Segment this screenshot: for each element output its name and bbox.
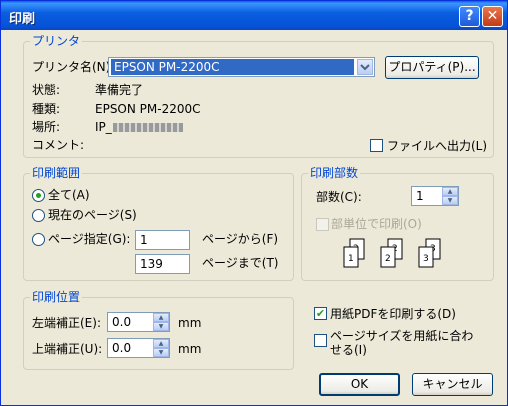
printer-name-label: プリンタ名(N): [32,60,115,74]
spinner-up-icon[interactable]: ▲ [153,339,169,348]
top-offset-label: 上端補正(U): [32,342,103,356]
svg-text:2: 2 [385,254,391,264]
spinner-up-icon[interactable]: ▲ [442,187,458,196]
top-offset-spinner[interactable]: ▲ ▼ [153,339,169,357]
pdf-paper-label[interactable]: 用紙PDFを印刷する(D) [330,307,456,321]
fit-to-paper-checkbox[interactable] [314,334,327,347]
window-title: 印刷 [9,12,36,27]
range-all-radio[interactable] [32,189,45,202]
page-from-input[interactable]: 1 [135,230,190,250]
fit-to-paper-label-line1[interactable]: ページサイズを用紙に合わ [330,329,473,343]
svg-text:1: 1 [348,254,354,264]
collate-checkbox [316,218,329,231]
collate-label: 部単位で印刷(O) [331,217,422,231]
svg-text:3: 3 [423,254,429,264]
range-pages-radio[interactable] [32,233,45,246]
title-bar[interactable]: 印刷 ? ✕ [1,1,507,30]
left-offset-spinner[interactable]: ▲ ▼ [153,313,169,331]
spinner-up-icon[interactable]: ▲ [153,313,169,322]
chevron-down-icon[interactable] [357,59,373,75]
print-position-group: 印刷位置 [23,290,294,370]
redacted-address [112,123,183,132]
spinner-down-icon[interactable]: ▼ [153,322,169,331]
collate-pages-icon: 2 1 2 2 3 3 [343,238,441,268]
page-to-suffix: ページまで(T) [202,256,279,270]
printer-name-select[interactable]: EPSON PM-2200C [108,57,375,77]
spinner-down-icon[interactable]: ▼ [153,348,169,357]
status-value: 準備完了 [95,83,144,97]
printer-group-label: プリンタ [30,34,83,48]
type-value: EPSON PM-2200C [95,102,201,116]
top-offset-unit: mm [178,342,202,356]
range-all-label[interactable]: 全て(A) [48,188,90,202]
range-current-radio[interactable] [32,209,45,222]
status-label: 状態: [32,83,61,97]
location-value: IP_ [95,120,183,134]
print-dialog: 印刷 ? ✕ プリンタ プリンタ名(N): EPSON PM-2200C プロパ… [0,0,508,406]
location-label: 場所: [32,120,61,134]
fit-to-paper-label-line2[interactable]: せる(I) [330,343,367,357]
spinner-down-icon[interactable]: ▼ [442,196,458,205]
close-button[interactable]: ✕ [482,6,503,27]
copies-group-label: 印刷部数 [308,166,361,180]
print-range-group-label: 印刷範囲 [30,166,83,180]
location-prefix: IP_ [95,120,112,134]
pdf-paper-checkbox[interactable]: ✔ [314,307,327,320]
help-button[interactable]: ? [459,6,480,27]
copies-spinner[interactable]: ▲ ▼ [442,187,458,205]
comment-label: コメント: [32,138,85,152]
page-from-suffix: ページから(F) [202,232,279,246]
left-offset-label: 左端補正(E): [32,316,101,330]
copies-count-label: 部数(C): [316,190,362,204]
type-label: 種類: [32,102,61,116]
print-position-group-label: 印刷位置 [30,290,83,304]
printer-name-selected: EPSON PM-2200C [111,59,354,75]
page-to-input[interactable]: 139 [135,254,190,274]
range-pages-label[interactable]: ページ指定(G): [48,232,130,246]
properties-button[interactable]: プロパティ(P)... [385,56,479,79]
ok-button[interactable]: OK [319,373,400,396]
cancel-button[interactable]: キャンセル [412,373,493,396]
print-to-file-label[interactable]: ファイルへ出力(L) [387,139,487,153]
left-offset-unit: mm [178,316,202,330]
range-current-label[interactable]: 現在のページ(S) [48,208,137,222]
print-to-file-checkbox[interactable] [370,139,383,152]
